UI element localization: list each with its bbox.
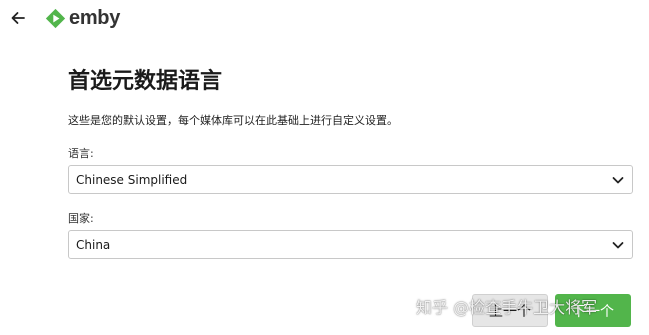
language-select[interactable]: Chinese Simplified [68,165,633,194]
country-select-value: China [76,237,111,252]
country-label: 国家: [68,212,94,225]
chevron-down-icon [612,176,624,183]
previous-button[interactable]: 上一个 [472,294,548,327]
emby-logo: emby [45,6,120,30]
language-select-value: Chinese Simplified [76,172,188,187]
setup-wizard-page: emby 首选元数据语言 这些是您的默认设置，每个媒体库可以在此基础上进行自定义… [0,0,649,335]
emby-logo-icon [45,8,66,28]
country-select[interactable]: China [68,230,633,259]
chevron-down-icon [612,241,624,248]
logo-text: emby [69,7,121,29]
arrow-left-icon [11,12,25,24]
back-button[interactable] [6,6,30,30]
next-button[interactable]: 下一个 [555,294,631,327]
page-title: 首选元数据语言 [68,69,223,94]
language-label: 语言: [68,147,94,160]
page-description: 这些是您的默认设置，每个媒体库可以在此基础上进行自定义设置。 [68,114,398,127]
